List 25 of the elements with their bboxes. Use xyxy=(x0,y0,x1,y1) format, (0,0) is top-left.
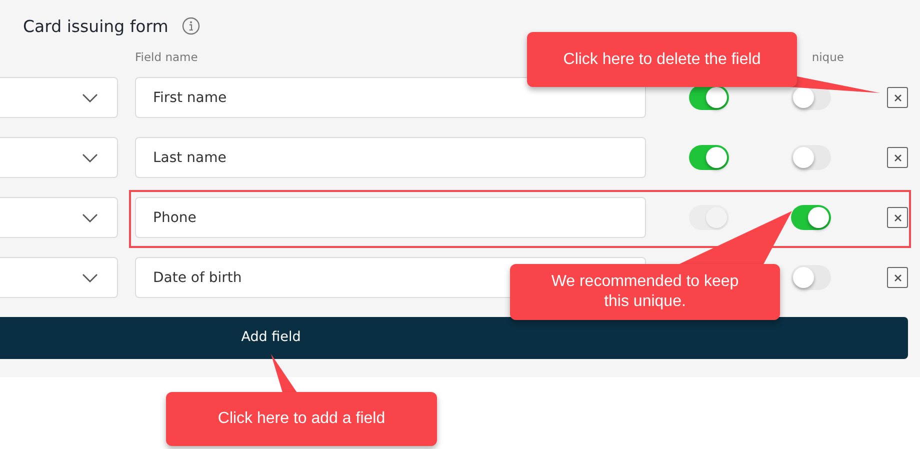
delete-button[interactable] xyxy=(887,147,908,168)
toggle-switch[interactable] xyxy=(791,204,831,230)
close-icon xyxy=(892,92,902,102)
form-title: Card issuing form xyxy=(23,16,168,36)
chevron-down-icon xyxy=(82,212,98,222)
callout-tooltip: Click here to delete the field xyxy=(527,32,797,87)
toggle-switch[interactable] xyxy=(689,144,729,170)
chevron-down-icon xyxy=(82,272,98,282)
delete-button[interactable] xyxy=(887,267,908,288)
info-icon[interactable] xyxy=(182,17,200,35)
delete-button[interactable] xyxy=(887,207,908,228)
close-icon xyxy=(892,212,902,222)
toggle-switch[interactable] xyxy=(791,264,831,290)
chevron-down-icon xyxy=(82,152,98,162)
delete-button[interactable] xyxy=(887,87,908,108)
column-header: nique xyxy=(812,50,844,64)
input-field[interactable]: Phone xyxy=(135,197,646,238)
chevron-down-icon xyxy=(82,92,98,102)
close-icon xyxy=(892,152,902,162)
close-icon xyxy=(892,272,902,282)
add-field-button[interactable]: Add field xyxy=(0,317,908,359)
input-field[interactable]: Last name xyxy=(135,137,646,178)
column-header: Field name xyxy=(135,50,198,64)
input-field[interactable]: First name xyxy=(135,77,646,118)
toggle-switch[interactable] xyxy=(791,144,831,170)
